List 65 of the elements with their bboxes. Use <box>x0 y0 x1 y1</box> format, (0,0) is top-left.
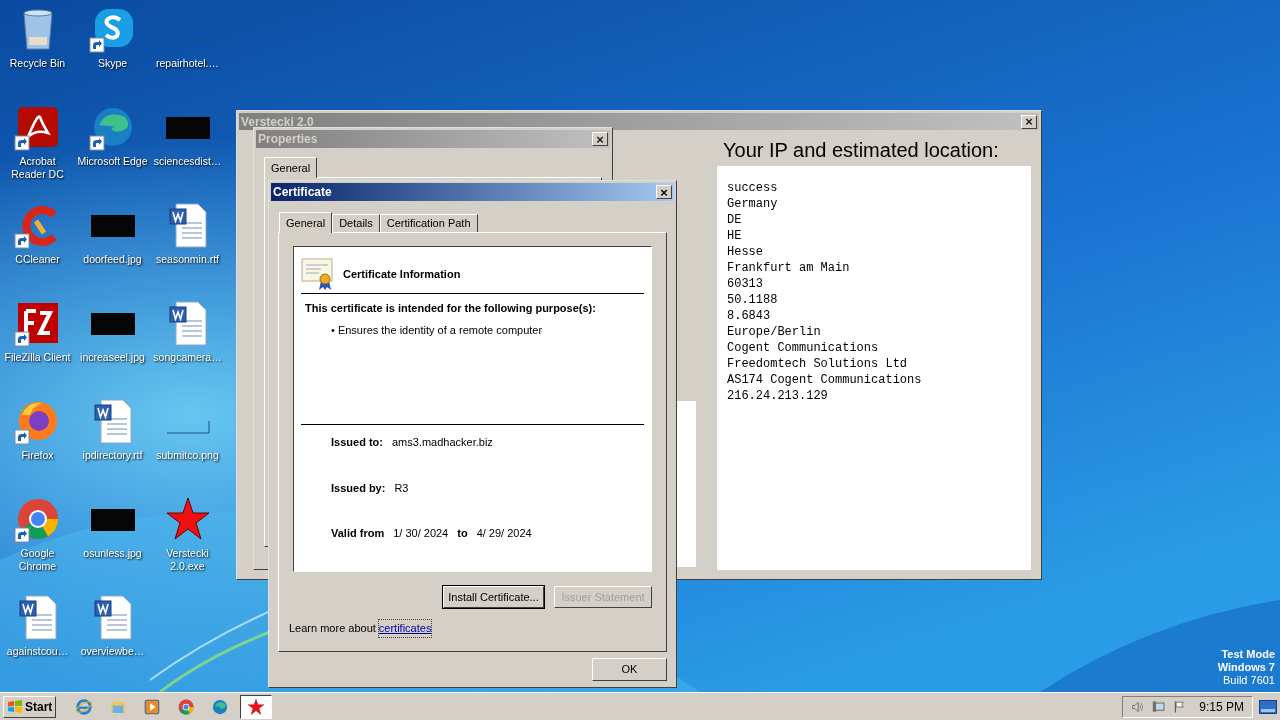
tab[interactable]: General <box>264 157 318 178</box>
desktop-icon-label[interactable]: Microsoft Edge <box>77 155 148 168</box>
output-line: HE <box>727 228 743 244</box>
field-value: 1/ 30/ 2024 <box>393 526 449 541</box>
window-title: Verstecki 2.0 <box>241 113 314 131</box>
dialog-button[interactable]: Install Certificate... <box>443 586 544 608</box>
output-line: AS174 Cogent Communications <box>727 372 923 388</box>
os-notice: Windows 7 <box>1217 661 1275 674</box>
output-line: DE <box>727 212 743 228</box>
window-title: Properties <box>258 131 318 148</box>
desktop-icon-label[interactable]: seasonmin.rtf <box>156 253 219 266</box>
desktop-icon-label[interactable]: doorfeed.jpg <box>83 253 142 266</box>
tricolor-circle-icon <box>177 697 196 716</box>
field-label: to <box>457 526 468 541</box>
desktop-icon-label[interactable]: sciencesdist… <box>153 155 222 168</box>
field-label: Issued by: <box>331 480 386 496</box>
heading: Your IP and estimated location: <box>723 138 1000 162</box>
output-line: 60313 <box>727 276 764 292</box>
desktop-icon-label[interactable]: Recycle Bin <box>9 57 66 70</box>
play-icon <box>143 697 162 716</box>
show-desktop-icon[interactable] <box>1259 699 1277 714</box>
output-line: 8.6843 <box>727 308 772 324</box>
windows-flag-icon <box>7 699 23 714</box>
purpose-item: • Ensures the identity of a remote computer <box>331 322 544 338</box>
output-line: Germany <box>727 196 779 212</box>
field-value: ams3.madhacker.biz <box>391 435 493 450</box>
certificate-icon <box>301 257 333 291</box>
field-label: Valid from <box>331 526 385 541</box>
purpose-heading: This certificate is intended for the following purpose(s): <box>305 301 597 316</box>
output-line: 50.1188 <box>727 292 779 308</box>
field-label: Issued to: <box>331 435 383 450</box>
flag-icon[interactable] <box>1172 698 1186 715</box>
output-line: Cogent Communications <box>727 340 880 356</box>
browser-icon <box>75 697 94 716</box>
certificates-link[interactable]: certificates <box>378 620 432 637</box>
ok-button[interactable]: OK <box>592 658 667 681</box>
start-button[interactable]: Start <box>3 695 57 718</box>
close-button[interactable]: × <box>1021 114 1037 129</box>
taskbar-button[interactable] <box>240 694 273 719</box>
desktop-icon-label[interactable]: Acrobat Reader DC <box>1 155 74 181</box>
tab[interactable]: Details <box>332 214 380 232</box>
tab[interactable]: Certification Path <box>379 214 478 232</box>
desktop-icon-label[interactable]: CCleaner <box>15 253 60 266</box>
output-line: Europe/Berlin <box>727 324 822 340</box>
output-line: Freedomtech Solutions Ltd <box>727 356 909 372</box>
close-button[interactable]: × <box>656 185 672 199</box>
output-line: success <box>727 180 779 196</box>
close-button[interactable]: × <box>592 132 608 146</box>
field-value: 4/ 29/ 2024 <box>476 526 532 541</box>
output-line: 216.24.213.129 <box>727 388 829 404</box>
desktop-icon-label[interactable]: repairhotel.… <box>156 57 219 70</box>
os-notice: Test Mode <box>1221 648 1275 661</box>
network-icon[interactable] <box>1151 698 1165 715</box>
os-notice: Build 7601 <box>1223 674 1275 687</box>
output-line: Hesse <box>727 244 764 260</box>
help-text: Learn more about <box>289 621 376 636</box>
window-title: Certificate <box>273 184 332 201</box>
wave-circle-icon <box>211 697 230 716</box>
tab[interactable]: General <box>279 212 333 233</box>
star-icon <box>247 697 266 716</box>
output-line: Frankfurt am Main <box>727 260 851 276</box>
field-value: R3 <box>394 480 409 496</box>
section-title: Certificate Information <box>343 266 461 282</box>
desktop-icon-label[interactable]: Skype <box>97 57 128 70</box>
clock-time[interactable]: 9:15 PM <box>1199 697 1244 716</box>
